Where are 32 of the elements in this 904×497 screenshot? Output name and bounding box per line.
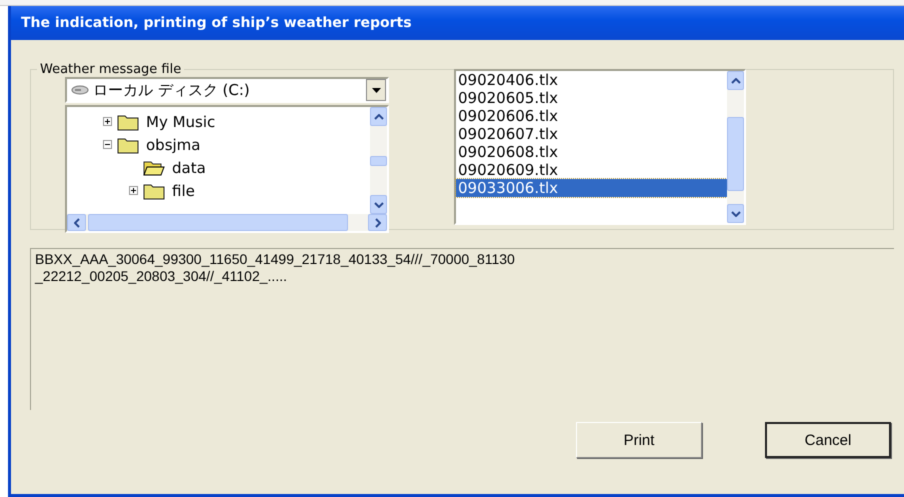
tree-item[interactable]: data [170,158,208,176]
group-label: Weather message file [39,62,182,77]
chevron-icon [730,210,740,216]
disk-drive-icon [71,85,89,95]
file-list-item[interactable]: 09020406.tlx [456,71,727,89]
window-title: The indication, printing of ship’s weather reports [21,15,412,31]
chevron-icon [74,218,80,228]
drive-dropdown[interactable]: ローカル ディスク (C:) [65,77,389,103]
vertical-scrollbar[interactable] [727,71,744,223]
print-button[interactable]: Print [576,422,702,458]
file-list-item[interactable]: 09020606.tlx [456,107,727,125]
message-line: BBXX_AAA_30064_99300_11650_41499_21718_40133_54///_70000_81130 [35,251,516,268]
expand-icon[interactable] [129,186,138,195]
expand-icon[interactable] [103,117,112,126]
collapse-icon[interactable] [103,140,112,149]
file-list-item[interactable]: 09020605.tlx [456,89,727,107]
scroll-thumb[interactable] [370,156,387,166]
message-line: _22212_00205_20803_304//_41102_..... [35,268,288,285]
file-list-item[interactable]: 09020608.tlx [456,143,727,161]
scroll-thumb[interactable] [727,117,744,191]
cancel-button[interactable]: Cancel [765,422,891,458]
tree-item[interactable]: My Music [144,112,218,130]
horizontal-scrollbar[interactable] [67,214,387,231]
tree-item[interactable]: file [170,182,197,200]
vertical-scrollbar[interactable] [370,107,387,214]
file-list-item[interactable]: 09020607.tlx [456,125,727,143]
file-list-item[interactable]: 09020609.tlx [456,161,727,179]
scroll-thumb[interactable] [88,214,348,231]
tree-item[interactable]: obsjma [144,136,202,154]
chevron-icon [730,78,740,84]
chevron-icon [374,114,384,120]
file-list-item[interactable]: 09033006.tlx [456,179,727,197]
